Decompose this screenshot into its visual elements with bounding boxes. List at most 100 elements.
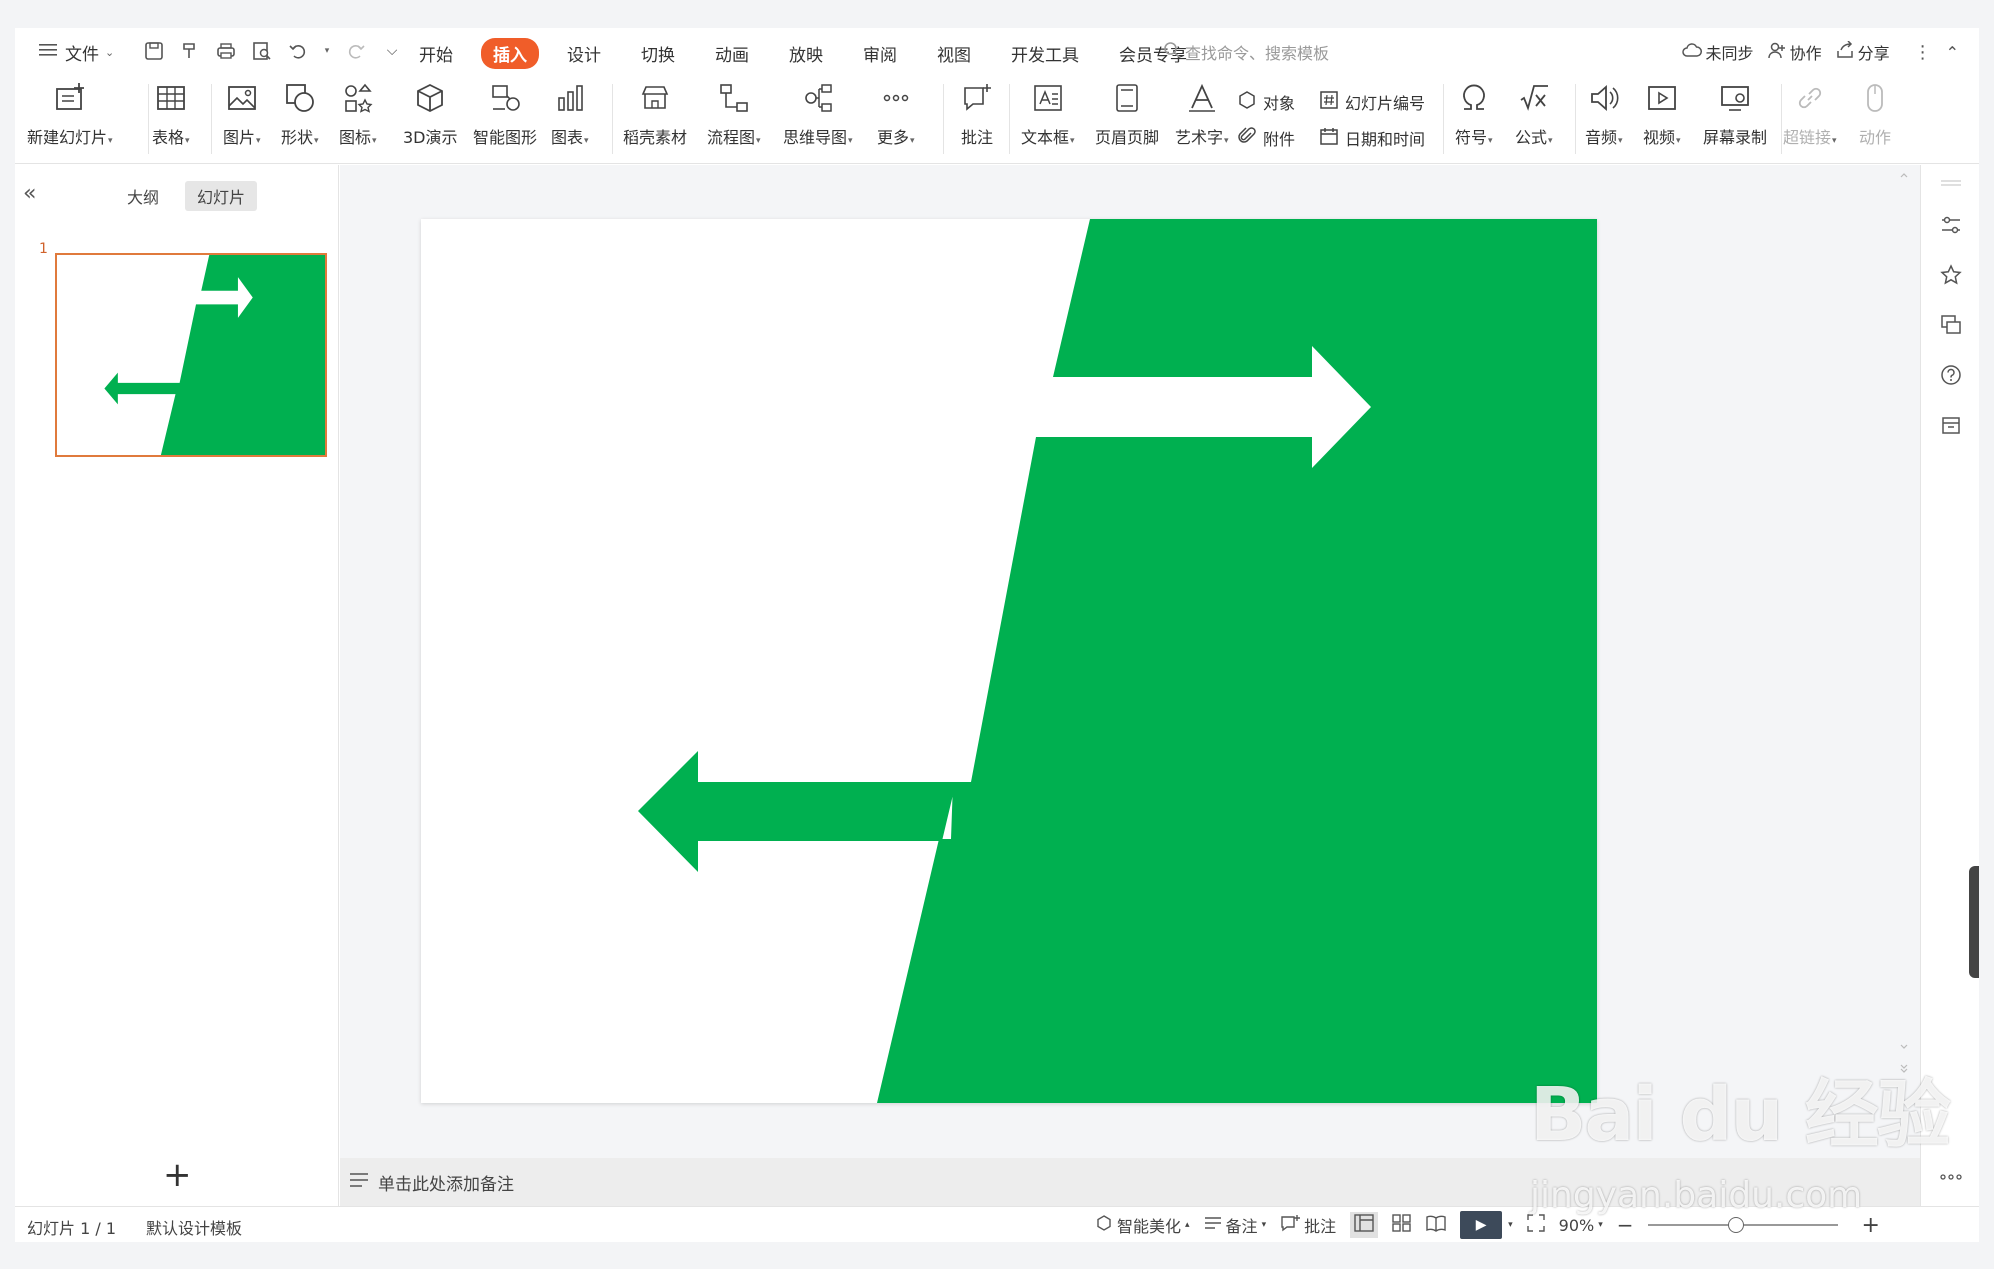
chart-label: 图表	[551, 128, 584, 147]
flowchart-button[interactable]: 流程图▾	[707, 80, 761, 148]
screen-record-button[interactable]: 屏幕录制	[1703, 80, 1767, 148]
notes-bar[interactable]: 单击此处添加备注	[340, 1158, 1920, 1206]
normal-view-icon[interactable]	[1350, 1212, 1379, 1238]
divider	[148, 84, 149, 154]
divider	[1009, 84, 1010, 154]
collapse-ribbon-icon[interactable]: ⌃	[1946, 43, 1959, 62]
undo-icon[interactable]	[287, 40, 309, 62]
3d-demo-label: 3D演示	[403, 128, 458, 147]
zoom-level[interactable]: 90% ▾	[1559, 1216, 1603, 1235]
search-placeholder: 查找命令、搜索模板	[1185, 44, 1330, 63]
more-horizontal-icon[interactable]	[1939, 1165, 1963, 1189]
print-preview-icon[interactable]	[251, 40, 273, 62]
adjust-icon[interactable]	[1939, 213, 1963, 237]
share-button[interactable]: 分享	[1836, 40, 1890, 64]
header-footer-button[interactable]: 页眉页脚	[1095, 80, 1159, 148]
collab-button[interactable]: 协作	[1767, 40, 1822, 64]
symbol-button[interactable]: 符号▾	[1455, 80, 1493, 148]
tab-review[interactable]: 审阅	[851, 38, 909, 69]
tab-design[interactable]: 设计	[555, 38, 613, 69]
vertical-scrollbar[interactable]	[1898, 165, 1910, 1158]
action-button[interactable]: 动作	[1857, 80, 1893, 148]
tab-animation[interactable]: 动画	[703, 38, 761, 69]
formula-button[interactable]: 公式▾	[1515, 80, 1553, 148]
tab-home[interactable]: 开始	[407, 38, 465, 69]
video-button[interactable]: 视频▾	[1643, 80, 1681, 148]
tab-view[interactable]: 视图	[925, 38, 983, 69]
play-slideshow-button[interactable]: ▶	[1460, 1211, 1503, 1239]
reading-view-icon[interactable]	[1426, 1214, 1446, 1236]
tab-insert[interactable]: 插入	[481, 38, 539, 69]
sorter-view-icon[interactable]	[1392, 1214, 1412, 1236]
more-options-icon[interactable]: ⋮	[1914, 42, 1932, 63]
add-slide-button[interactable]: +	[163, 1155, 192, 1195]
help-icon[interactable]	[1939, 363, 1963, 387]
tab-transition[interactable]: 切换	[629, 38, 687, 69]
datetime-button[interactable]: 日期和时间	[1319, 126, 1425, 150]
3d-demo-button[interactable]: 3D演示	[403, 80, 458, 148]
format-painter-icon[interactable]	[179, 40, 201, 62]
mindmap-icon	[800, 80, 836, 116]
zoom-out-icon[interactable]: −	[1617, 1213, 1634, 1237]
tab-slides[interactable]: 幻灯片	[185, 181, 258, 211]
file-menu[interactable]: 文件 ⌄	[35, 40, 118, 65]
command-search[interactable]: 查找命令、搜索模板	[1163, 40, 1329, 64]
save-icon[interactable]	[143, 40, 165, 62]
wordart-label: 艺术字	[1175, 128, 1224, 147]
table-button[interactable]: 表格▾	[152, 80, 190, 148]
hash-icon	[1319, 90, 1339, 114]
slide-thumbnail[interactable]	[55, 253, 327, 457]
fit-window-icon[interactable]	[1526, 1214, 1545, 1236]
audio-button[interactable]: 音频▾	[1585, 80, 1623, 148]
more-button[interactable]: 更多▾	[877, 80, 915, 148]
sync-button[interactable]: 未同步	[1681, 40, 1754, 64]
print-icon[interactable]	[215, 40, 237, 62]
new-slide-button[interactable]: 新建幻灯片▾	[27, 80, 113, 148]
header-footer-icon	[1109, 80, 1145, 116]
undo-dropdown-icon[interactable]: ▾	[323, 40, 331, 62]
notes-toggle-button[interactable]: 备注 ▾	[1204, 1213, 1266, 1237]
app-window: 文件 ⌄ ▾ ⌵ 开始 插入 设计 切换 动画 放映 审阅 视图 开发工具 会员…	[15, 28, 1979, 1242]
smartart-button[interactable]: 智能图形	[473, 80, 537, 148]
comment-button[interactable]: 批注	[959, 80, 995, 148]
wordart-button[interactable]: 艺术字▾	[1175, 80, 1229, 148]
tab-outline[interactable]: 大纲	[115, 181, 171, 211]
textbox-button[interactable]: 文本框▾	[1021, 80, 1075, 148]
picture-button[interactable]: 图片▾	[223, 80, 261, 148]
comment-toggle-button[interactable]: 批注	[1280, 1213, 1336, 1237]
customize-qat-icon[interactable]: ⌵	[381, 40, 403, 62]
audio-label: 音频	[1585, 128, 1618, 147]
star-icon[interactable]	[1939, 263, 1963, 287]
slide-number-button[interactable]: 幻灯片编号	[1319, 90, 1425, 114]
right-menu: 未同步 协作 分享 ⋮ ⌃	[1681, 40, 1959, 64]
attachment-button[interactable]: 附件	[1237, 126, 1295, 150]
object-button[interactable]: 对象	[1237, 90, 1295, 114]
beautify-button[interactable]: 智能美化 ▴	[1095, 1213, 1190, 1237]
hyperlink-button[interactable]: 超链接▾	[1783, 80, 1837, 148]
chart-button[interactable]: 图表▾	[551, 80, 589, 148]
tab-developer[interactable]: 开发工具	[999, 38, 1091, 69]
slide[interactable]	[421, 219, 1597, 1103]
template-name[interactable]: 默认设计模板	[146, 1215, 242, 1239]
side-panel-handle[interactable]	[1969, 866, 1979, 978]
screen-record-label: 屏幕录制	[1703, 128, 1768, 147]
zoom-slider[interactable]	[1647, 1217, 1838, 1233]
mindmap-button[interactable]: 思维导图▾	[783, 80, 853, 148]
zoom-slider-handle[interactable]	[1727, 1217, 1744, 1233]
collapse-panel-icon[interactable]: «	[23, 181, 36, 206]
status-left: 幻灯片 1 / 1 默认设计模板	[27, 1215, 242, 1239]
shape-button[interactable]: 形状▾	[281, 80, 319, 148]
collab-label: 协作	[1789, 44, 1822, 63]
icon-button[interactable]: 图标▾	[339, 80, 377, 148]
tab-slideshow[interactable]: 放映	[777, 38, 835, 69]
paperclip-icon	[1237, 126, 1257, 150]
material-button[interactable]: 稻壳素材	[623, 80, 687, 148]
divider	[1443, 84, 1444, 154]
play-dropdown-icon[interactable]: ▾	[1508, 1220, 1513, 1230]
slide-count: 幻灯片 1 / 1	[27, 1219, 117, 1238]
smartart-icon	[487, 80, 523, 116]
transition-icon[interactable]	[1939, 313, 1963, 337]
redo-icon[interactable]	[345, 40, 367, 62]
archive-icon[interactable]	[1939, 413, 1963, 437]
zoom-in-icon[interactable]: +	[1862, 1213, 1880, 1238]
